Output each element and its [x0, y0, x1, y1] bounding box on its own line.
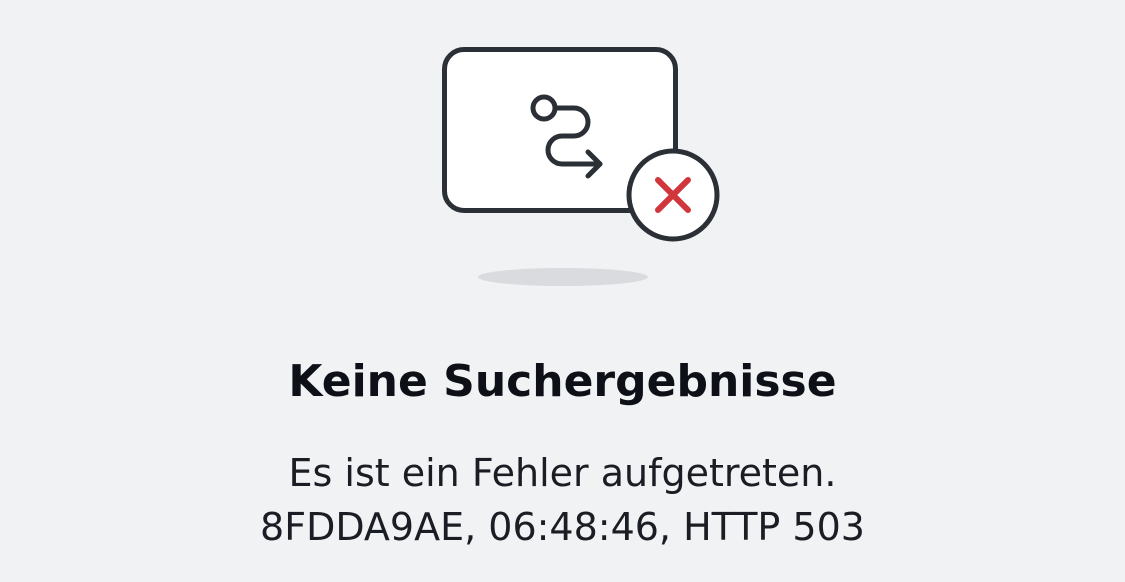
illustration-shadow	[478, 268, 648, 286]
error-details: 8FDDA9AE, 06:48:46, HTTP 503	[260, 505, 865, 549]
close-icon	[626, 148, 720, 242]
page-title: Keine Suchergebnisse	[288, 356, 837, 407]
route-icon	[530, 94, 603, 179]
error-message: Es ist ein Fehler aufgetreten. 8FDDA9AE,…	[0, 446, 1125, 554]
empty-state: Keine Suchergebnisse Es ist ein Fehler a…	[0, 0, 1125, 582]
error-illustration	[0, 0, 1125, 300]
error-message-line: Es ist ein Fehler aufgetreten.	[288, 451, 837, 495]
